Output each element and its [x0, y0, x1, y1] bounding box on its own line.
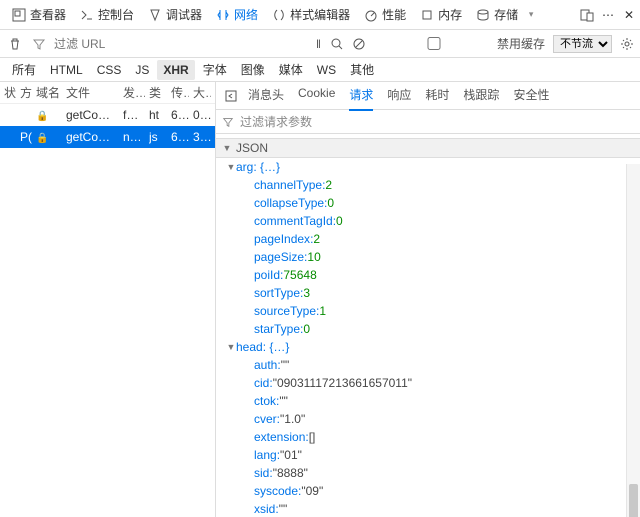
detail-tab[interactable]: 耗时: [425, 82, 449, 111]
json-tree-line[interactable]: xsid: "": [216, 500, 640, 517]
toolbar-tab-label: 存储: [494, 6, 518, 23]
toolbar-tab-styleeditor[interactable]: 样式编辑器: [266, 2, 356, 27]
json-tree-line[interactable]: syscode: "09": [216, 482, 640, 500]
devtools-toolbar: 查看器 控制台 调试器 网络 样式编辑器 性能 内存 存储 ▾ ⋯ ✕: [0, 0, 640, 30]
json-tree-line[interactable]: sid: "8888": [216, 464, 640, 482]
request-list: 状 方 域名 文件 发起 类 传输 大小 🔒getCommentCollapf……: [0, 82, 216, 517]
detail-tabs-bar: 消息头 Cookie 请求响应耗时栈跟踪安全性: [216, 82, 640, 110]
json-tree-line[interactable]: collapseType: 0: [216, 194, 640, 212]
toolbar-tab-label: 控制台: [98, 6, 134, 23]
filter-type-其他[interactable]: 其他: [344, 58, 380, 81]
network-icon: [216, 8, 230, 22]
lock-icon: 🔒: [36, 111, 48, 122]
json-tree-line[interactable]: pageSize: 10: [216, 248, 640, 266]
json-tree-line[interactable]: sortType: 3: [216, 284, 640, 302]
filter-icon[interactable]: [222, 116, 234, 128]
lock-icon: 🔒: [36, 133, 48, 144]
toolbar-tab-debugger[interactable]: 调试器: [142, 2, 208, 27]
filter-type-媒体[interactable]: 媒体: [273, 58, 309, 81]
more-icon[interactable]: ⋯: [602, 8, 616, 22]
toolbar-tab-label: 网络: [234, 6, 258, 23]
request-detail: 消息头 Cookie 请求响应耗时栈跟踪安全性 过滤请求参数 ▼ JSON ▼ ar…: [216, 82, 640, 517]
gear-icon[interactable]: [620, 37, 634, 51]
toolbar-tab-network[interactable]: 网络: [210, 2, 264, 27]
filter-icon[interactable]: [30, 35, 48, 53]
toolbar-tab-inspector[interactable]: 查看器: [6, 2, 72, 27]
json-tree-line[interactable]: channelType: 2: [216, 176, 640, 194]
json-tree-line[interactable]: extension: []: [216, 428, 640, 446]
json-tree-line[interactable]: ▼ arg: {…}: [216, 158, 640, 176]
toolbar-tab-label: 调试器: [166, 6, 202, 23]
json-tree-line[interactable]: commentTagId: 0: [216, 212, 640, 230]
json-tree-line[interactable]: ctok: "": [216, 392, 640, 410]
filter-url-input[interactable]: [54, 37, 174, 51]
network-filter-bar: ‖ 禁用缓存 不节流: [0, 30, 640, 58]
back-icon[interactable]: [222, 87, 240, 105]
detail-tab[interactable]: Cookie: [298, 82, 335, 111]
throttle-select[interactable]: 不节流: [553, 35, 612, 53]
detail-tab[interactable]: 消息头: [248, 82, 284, 111]
network-main: 状 方 域名 文件 发起 类 传输 大小 🔒getCommentCollapf……: [0, 82, 640, 517]
json-tree-line[interactable]: sourceType: 1: [216, 302, 640, 320]
filter-type-row: 所有HTMLCSSJSXHR字体图像媒体WS其他: [0, 58, 640, 82]
detail-tab[interactable]: 响应: [387, 82, 411, 111]
filter-type-图像[interactable]: 图像: [235, 58, 271, 81]
filter-type-字体[interactable]: 字体: [197, 58, 233, 81]
detail-tab[interactable]: 栈跟踪: [463, 82, 499, 111]
json-tree-line[interactable]: cid: "09031117213661657011": [216, 374, 640, 392]
json-tree-line[interactable]: pageIndex: 2: [216, 230, 640, 248]
scrollbar-thumb[interactable]: [629, 484, 638, 517]
debugger-icon: [148, 8, 162, 22]
detail-tab[interactable]: 安全性: [513, 82, 549, 111]
toolbar-tab-performance[interactable]: 性能: [358, 2, 412, 27]
filter-type-CSS[interactable]: CSS: [91, 60, 128, 80]
vertical-scrollbar[interactable]: [626, 164, 640, 517]
storage-icon: [476, 8, 490, 22]
chevron-down-icon: ▾: [524, 8, 538, 22]
inspector-icon: [12, 8, 26, 22]
json-body: ▼ JSON ▼ arg: {…}channelType: 2collapseT…: [216, 134, 640, 517]
filter-param-row: 过滤请求参数: [216, 110, 640, 134]
pause-icon[interactable]: ‖: [316, 37, 322, 51]
trash-icon[interactable]: [6, 35, 24, 53]
toolbar-tab-label: 内存: [438, 6, 462, 23]
json-tree-line[interactable]: auth: "": [216, 356, 640, 374]
toolbar-tab-storage[interactable]: 存储 ▾: [470, 2, 544, 27]
toolbar-tab-label: 性能: [382, 6, 406, 23]
block-icon[interactable]: [352, 37, 366, 51]
close-icon[interactable]: ✕: [624, 8, 634, 22]
request-list-header: 状 方 域名 文件 发起 类 传输 大小: [0, 82, 215, 104]
performance-icon: [364, 8, 378, 22]
memory-icon: [420, 8, 434, 22]
styleeditor-icon: [272, 8, 286, 22]
json-tree-line[interactable]: lang: "01": [216, 446, 640, 464]
toolbar-tab-label: 查看器: [30, 6, 66, 23]
json-tree-line[interactable]: ▼ head: {…}: [216, 338, 640, 356]
filter-type-所有[interactable]: 所有: [6, 58, 42, 81]
request-row[interactable]: P(🔒getCommentCollapn…js6…3…: [0, 126, 215, 148]
toolbar-tab-console[interactable]: 控制台: [74, 2, 140, 27]
disable-cache-checkbox[interactable]: 禁用缓存: [374, 35, 545, 52]
json-tree-line[interactable]: starType: 0: [216, 320, 640, 338]
detail-tab[interactable]: 请求: [349, 82, 373, 111]
toolbar-tab-label: 样式编辑器: [290, 6, 350, 23]
toolbar-tab-memory[interactable]: 内存: [414, 2, 468, 27]
filter-type-XHR[interactable]: XHR: [157, 60, 194, 80]
filter-type-HTML[interactable]: HTML: [44, 60, 89, 80]
console-icon: [80, 8, 94, 22]
chevron-down-icon[interactable]: ▼: [222, 143, 232, 153]
request-row[interactable]: 🔒getCommentCollapf…ht6…0…: [0, 104, 215, 126]
filter-param-placeholder[interactable]: 过滤请求参数: [240, 113, 312, 130]
search-icon[interactable]: [330, 37, 344, 51]
filter-type-WS[interactable]: WS: [311, 60, 342, 80]
json-tree-line[interactable]: cver: "1.0": [216, 410, 640, 428]
filter-type-JS[interactable]: JS: [129, 60, 155, 80]
json-tree-line[interactable]: poiId: 75648: [216, 266, 640, 284]
json-section-header[interactable]: ▼ JSON: [216, 138, 640, 158]
responsive-icon[interactable]: [580, 8, 594, 22]
